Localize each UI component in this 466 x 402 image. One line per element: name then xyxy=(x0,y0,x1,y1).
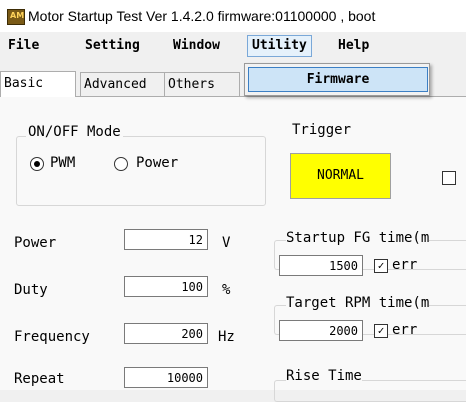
startup-fg-input[interactable]: 1500 xyxy=(279,255,363,276)
onoff-mode-legend: ON/OFF Mode xyxy=(26,124,123,140)
startup-fg-error-checkbox[interactable]: ✓ xyxy=(374,259,388,273)
startup-fg-legend: Startup FG time(m xyxy=(286,230,430,246)
menu-utility[interactable]: Utility xyxy=(247,35,312,57)
target-rpm-error-label: err xyxy=(392,322,418,338)
param-repeat-label: Repeat xyxy=(14,371,65,387)
radio-power[interactable] xyxy=(114,157,128,171)
tab-basic[interactable]: Basic xyxy=(0,71,76,97)
window-title: Motor Startup Test Ver 1.4.2.0 firmware:… xyxy=(28,8,376,24)
param-duty-label: Duty xyxy=(14,282,48,298)
radio-pwm[interactable] xyxy=(30,157,44,171)
duty-input[interactable]: 100 xyxy=(124,276,208,297)
menu-setting[interactable]: Setting xyxy=(81,36,144,56)
trigger-normal-button[interactable]: NORMAL xyxy=(290,153,391,199)
duty-unit: % xyxy=(222,282,231,298)
frequency-unit: Hz xyxy=(218,329,235,345)
trigger-checkbox[interactable] xyxy=(442,171,456,185)
power-input[interactable]: 12 xyxy=(124,229,208,250)
onoff-mode-group xyxy=(16,136,266,206)
menu-help[interactable]: Help xyxy=(334,36,373,56)
target-rpm-legend: Target RPM time(m xyxy=(286,295,430,311)
utility-dropdown: Firmware xyxy=(244,63,430,96)
app-icon: AM xyxy=(7,9,25,25)
power-unit: V xyxy=(222,235,231,251)
tab-others[interactable]: Others xyxy=(164,72,240,96)
rise-time-legend: Rise Time xyxy=(286,368,362,384)
radio-power-label: Power xyxy=(136,155,179,171)
param-power-label: Power xyxy=(14,235,57,251)
menu-window[interactable]: Window xyxy=(169,36,224,56)
menu-file[interactable]: File xyxy=(4,36,43,56)
radio-pwm-label: PWM xyxy=(50,155,76,171)
startup-fg-error-label: err xyxy=(392,257,418,273)
menu-bar: File Setting Window Utility Help xyxy=(0,34,466,62)
frequency-input[interactable]: 200 xyxy=(124,323,208,344)
title-bar: AM Motor Startup Test Ver 1.4.2.0 firmwa… xyxy=(0,0,466,32)
menu-item-firmware[interactable]: Firmware xyxy=(248,67,428,92)
trigger-legend: Trigger xyxy=(292,122,352,138)
target-rpm-input[interactable]: 2000 xyxy=(279,320,363,341)
param-frequency-label: Frequency xyxy=(14,329,90,345)
target-rpm-error-checkbox[interactable]: ✓ xyxy=(374,324,388,338)
repeat-input[interactable]: 10000 xyxy=(124,367,208,388)
tab-advanced[interactable]: Advanced xyxy=(80,72,168,96)
